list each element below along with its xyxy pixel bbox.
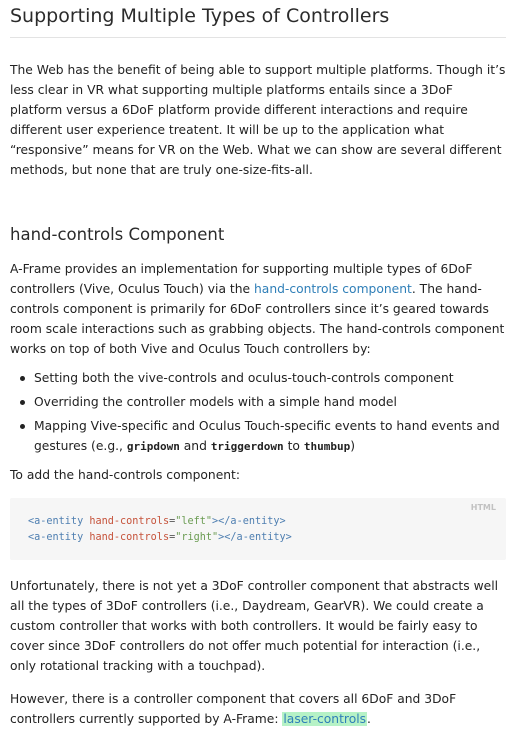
list-item: Overriding the controller models with a … (20, 392, 506, 412)
hand-controls-paragraph: A-Frame provides an implementation for s… (10, 259, 506, 359)
bullet-icon (20, 376, 25, 381)
list-item-text: to (283, 439, 304, 453)
section-title-multiple-controllers: Supporting Multiple Types of Controllers (10, 5, 390, 27)
list-item-text: Overriding the controller models with a … (34, 395, 397, 409)
unfortunately-paragraph: Unfortunately, there is not yet a 3DoF c… (10, 579, 499, 673)
article: Supporting Multiple Types of Controllers… (0, 0, 514, 726)
code-tag-open: <a-entity (28, 532, 84, 543)
list-item-text: Setting both the vive-controls and oculu… (34, 371, 454, 385)
code-attr: hand-controls (89, 532, 170, 543)
inline-code-gripdown: gripdown (126, 440, 180, 453)
code-attr: hand-controls (89, 516, 170, 527)
feature-list: Setting both the vive-controls and oculu… (10, 368, 506, 457)
code-block: HTML <a-entity hand-controls="left"></a-… (10, 498, 506, 560)
code-string: "right" (175, 532, 219, 543)
intro-paragraph: The Web has the benefit of being able to… (10, 63, 506, 177)
title-divider (10, 37, 506, 38)
list-item-text: ) (350, 439, 356, 453)
hand-controls-component-link[interactable]: hand-controls component (254, 282, 412, 296)
laser-controls-link[interactable]: laser-controls (282, 712, 368, 726)
code-language-label: HTML (470, 503, 496, 512)
list-item: Setting both the vive-controls and oculu… (20, 368, 506, 388)
add-component-paragraph: To add the hand-controls component: (10, 468, 241, 482)
list-item: Mapping Vive-specific and Oculus Touch-s… (20, 416, 506, 457)
paragraph-text: However, there is a controller component… (10, 692, 457, 726)
code-string: "left" (175, 516, 213, 527)
code-tag-close: ></a-entity> (212, 516, 286, 527)
code-tag-open: <a-entity (28, 516, 84, 527)
section-title-hand-controls: hand-controls Component (10, 225, 225, 244)
code-tag-close: ></a-entity> (218, 532, 292, 543)
code-content: <a-entity hand-controls="left"></a-entit… (28, 514, 488, 546)
list-item-text: and (179, 439, 211, 453)
however-paragraph: However, there is a controller component… (10, 689, 506, 729)
inline-code-triggerdown: triggerdown (210, 440, 284, 453)
paragraph-text: . (367, 712, 371, 726)
bullet-icon (20, 400, 25, 405)
inline-code-thumbup: thumbup (303, 440, 351, 453)
bullet-icon (20, 424, 25, 429)
